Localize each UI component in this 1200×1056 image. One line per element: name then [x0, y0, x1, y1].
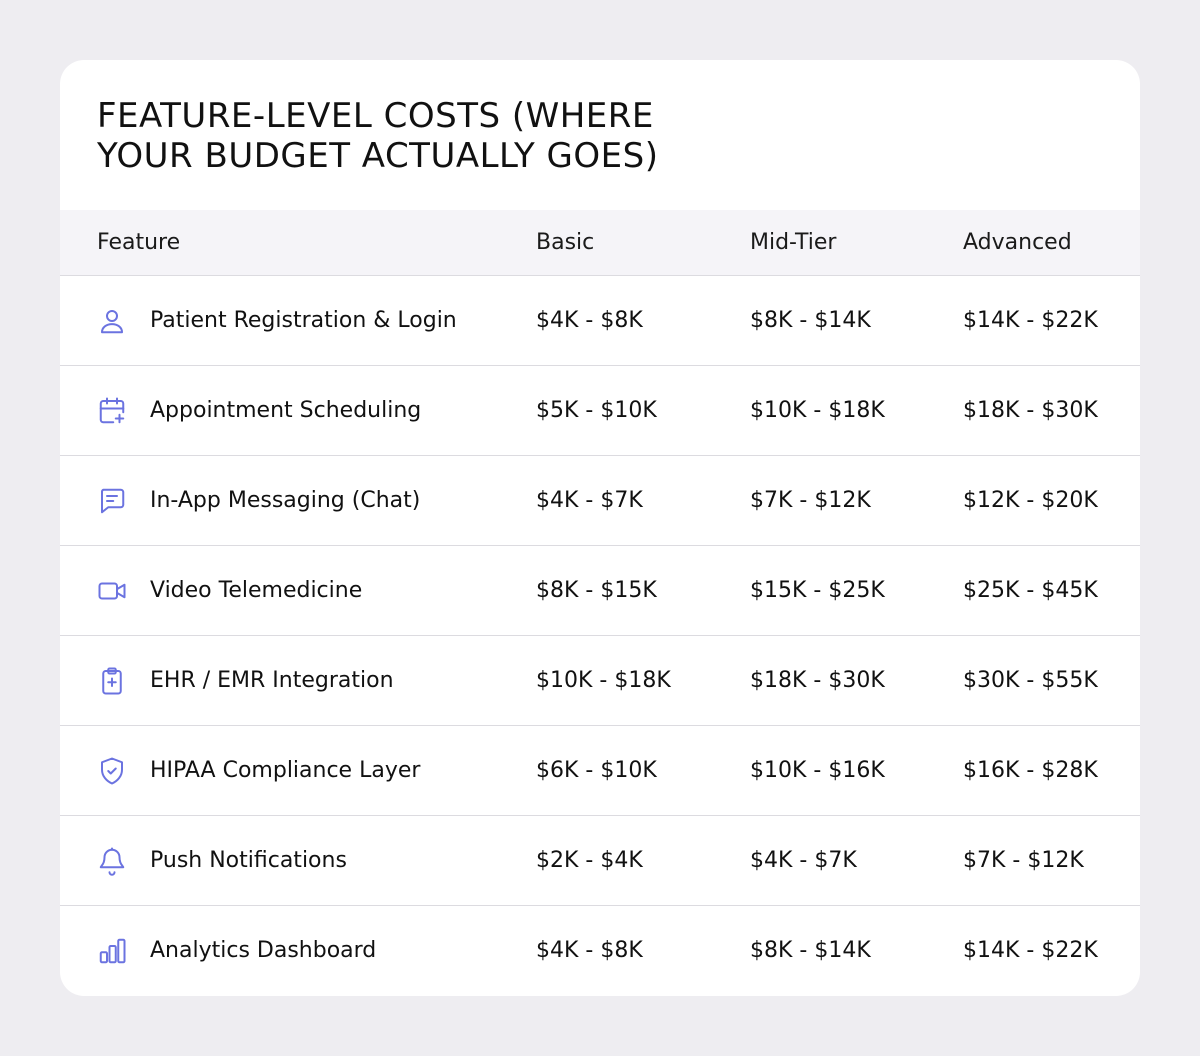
page-title: Feature-Level Costs (Where Your Budget A… [97, 96, 659, 176]
basic-cost: $5K - $10K [536, 398, 657, 423]
feature-name: Video Telemedicine [150, 578, 363, 603]
header-advanced: Advanced [963, 230, 1072, 255]
basic-cost: $6K - $10K [536, 758, 657, 783]
feature-name: Appointment Scheduling [150, 398, 422, 423]
feature-name: Patient Registration & Login [150, 308, 457, 333]
advanced-cost: $12K - $20K [963, 488, 1098, 513]
advanced-cost: $16K - $28K [963, 758, 1098, 783]
table-row: In-App Messaging (Chat) $4K - $7K $7K - … [60, 456, 1140, 546]
header-basic: Basic [536, 230, 595, 255]
mid-tier-cost: $10K - $18K [750, 398, 885, 423]
feature-name: In-App Messaging (Chat) [150, 488, 421, 513]
basic-cost: $2K - $4K [536, 848, 643, 873]
advanced-cost: $30K - $55K [963, 668, 1098, 693]
clipboard-plus-icon [97, 666, 127, 696]
advanced-cost: $25K - $45K [963, 578, 1098, 603]
mid-tier-cost: $7K - $12K [750, 488, 871, 513]
feature-name: EHR / EMR Integration [150, 668, 394, 693]
header-mid-tier: Mid-Tier [750, 230, 837, 255]
table-row: Push Notifications $2K - $4K $4K - $7K $… [60, 816, 1140, 906]
advanced-cost: $18K - $30K [963, 398, 1098, 423]
basic-cost: $4K - $8K [536, 308, 643, 333]
advanced-cost: $14K - $22K [963, 308, 1098, 333]
table-row: Video Telemedicine $8K - $15K $15K - $25… [60, 546, 1140, 636]
table-row: HIPAA Compliance Layer $6K - $10K $10K -… [60, 726, 1140, 816]
advanced-cost: $14K - $22K [963, 938, 1098, 963]
basic-cost: $10K - $18K [536, 668, 671, 693]
table-row: Appointment Scheduling $5K - $10K $10K -… [60, 366, 1140, 456]
table-header: Feature Basic Mid-Tier Advanced [60, 210, 1140, 276]
basic-cost: $4K - $8K [536, 938, 643, 963]
mid-tier-cost: $18K - $30K [750, 668, 885, 693]
table-body: Patient Registration & Login $4K - $8K $… [60, 276, 1140, 995]
calendar-plus-icon [97, 396, 127, 426]
feature-name: HIPAA Compliance Layer [150, 758, 421, 783]
shield-check-icon [97, 756, 127, 786]
mid-tier-cost: $15K - $25K [750, 578, 885, 603]
table-row: Patient Registration & Login $4K - $8K $… [60, 276, 1140, 366]
header-feature: Feature [97, 230, 181, 255]
mid-tier-cost: $8K - $14K [750, 308, 871, 333]
table-row: Analytics Dashboard $4K - $8K $8K - $14K… [60, 906, 1140, 995]
bell-icon [97, 846, 127, 876]
video-camera-icon [97, 576, 127, 606]
mid-tier-cost: $8K - $14K [750, 938, 871, 963]
user-icon [97, 306, 127, 336]
mid-tier-cost: $10K - $16K [750, 758, 885, 783]
table-row: EHR / EMR Integration $10K - $18K $18K -… [60, 636, 1140, 726]
advanced-cost: $7K - $12K [963, 848, 1084, 873]
pricing-card: Feature-Level Costs (Where Your Budget A… [60, 60, 1140, 996]
basic-cost: $4K - $7K [536, 488, 643, 513]
basic-cost: $8K - $15K [536, 578, 657, 603]
bar-chart-icon [97, 936, 127, 966]
feature-name: Analytics Dashboard [150, 938, 377, 963]
feature-name: Push Notifications [150, 848, 347, 873]
chat-icon [97, 486, 127, 516]
mid-tier-cost: $4K - $7K [750, 848, 857, 873]
